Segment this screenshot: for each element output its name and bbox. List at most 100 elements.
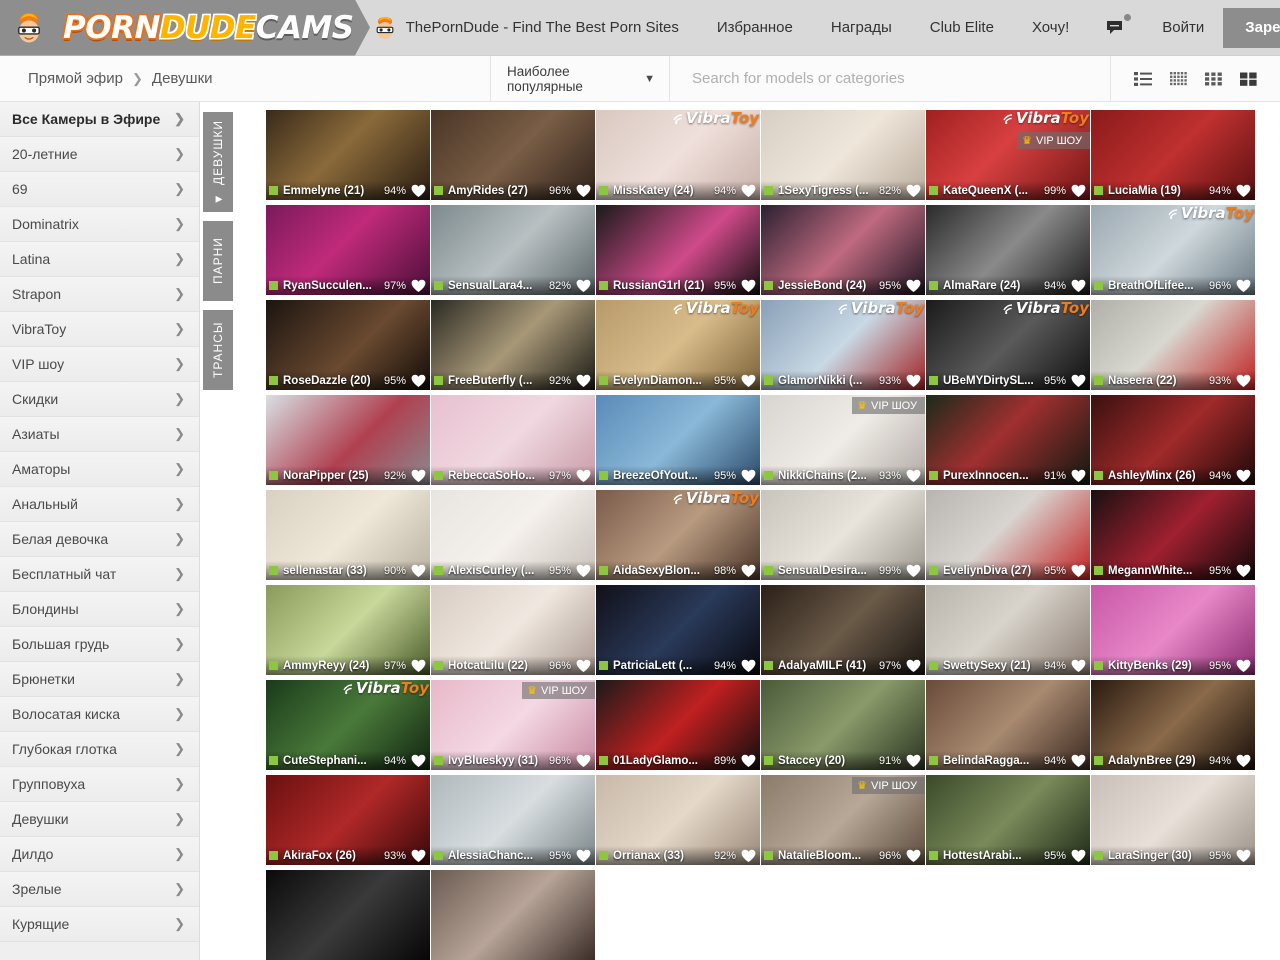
cam-card[interactable]: BelindaRagga... 94% — [926, 680, 1090, 770]
cam-card[interactable]: JessieBond (24) 95% — [761, 205, 925, 295]
nav-want[interactable]: Хочу! — [1013, 0, 1088, 56]
cam-card[interactable]: EveliynDiva (27) 95% — [926, 490, 1090, 580]
cam-card[interactable]: NoraPipper (25) 92% — [266, 395, 430, 485]
sidebar-item-10[interactable]: Аматоры ❯ — [0, 452, 199, 487]
cam-card[interactable]: AlexisCurley (... 95% — [431, 490, 595, 580]
sidebar-item-19[interactable]: Групповуха ❯ — [0, 767, 199, 802]
sort-dropdown[interactable]: Наиболее популярные ▼ — [490, 56, 670, 101]
gender-tab-girls[interactable]: ◀ ДЕВУШКИ — [203, 112, 233, 212]
favorite-heart-icon[interactable] — [741, 754, 756, 768]
sidebar-item-16[interactable]: Брюнетки ❯ — [0, 662, 199, 697]
favorite-heart-icon[interactable] — [741, 184, 756, 198]
nav-club-elite[interactable]: Club Elite — [911, 0, 1013, 56]
cam-card[interactable]: HotcatLilu (22) 96% — [431, 585, 595, 675]
cam-card[interactable]: 1SexyTigress (... 82% — [761, 110, 925, 200]
cam-card[interactable]: PurexInnocen... 91% — [926, 395, 1090, 485]
cam-card[interactable]: Vibra Toy CuteStephani... 94% — [266, 680, 430, 770]
sidebar-item-11[interactable]: Анальный ❯ — [0, 487, 199, 522]
breadcrumb-current[interactable]: Девушки — [152, 70, 213, 87]
cam-card[interactable]: AlessiaChanc... 95% — [431, 775, 595, 865]
cam-card[interactable]: RebeccaSoHo... 97% — [431, 395, 595, 485]
favorite-heart-icon[interactable] — [906, 374, 921, 388]
favorite-heart-icon[interactable] — [1071, 279, 1086, 293]
sidebar-item-22[interactable]: Зрелые ❯ — [0, 872, 199, 907]
cam-card[interactable]: BreezeOfYout... 95% — [596, 395, 760, 485]
chat-bubble-icon[interactable] — [1088, 0, 1143, 56]
favorite-heart-icon[interactable] — [906, 279, 921, 293]
sidebar-item-3[interactable]: Dominatrix ❯ — [0, 207, 199, 242]
favorite-heart-icon[interactable] — [906, 754, 921, 768]
gender-tab-trans[interactable]: ТРАНСЫ — [203, 310, 233, 390]
favorite-heart-icon[interactable] — [1236, 754, 1251, 768]
sidebar-item-5[interactable]: Strapon ❯ — [0, 277, 199, 312]
cam-card[interactable]: ♛ VIP ШОУ NatalieBloom... 96% — [761, 775, 925, 865]
cam-card[interactable]: AdalyaMILF (41) 97% — [761, 585, 925, 675]
favorite-heart-icon[interactable] — [906, 564, 921, 578]
favorite-heart-icon[interactable] — [741, 279, 756, 293]
favorite-heart-icon[interactable] — [411, 184, 426, 198]
favorite-heart-icon[interactable] — [1236, 849, 1251, 863]
cam-card[interactable]: Vibra Toy ♛ VIP ШОУ KateQueenX (... 99% — [926, 110, 1090, 200]
favorite-heart-icon[interactable] — [1071, 659, 1086, 673]
cam-card[interactable]: SensualDesira... 99% — [761, 490, 925, 580]
favorite-heart-icon[interactable] — [411, 754, 426, 768]
favorite-heart-icon[interactable] — [1236, 469, 1251, 483]
cam-card[interactable]: ♛ VIP ШОУ NikkiChains (2... 93% — [761, 395, 925, 485]
favorite-heart-icon[interactable] — [576, 469, 591, 483]
cam-card[interactable]: LaraSinger (30) 95% — [1091, 775, 1255, 865]
cam-card[interactable]: Vibra Toy EvelynDiamon... 95% — [596, 300, 760, 390]
search-box[interactable] — [670, 56, 1110, 101]
cam-card[interactable]: RussianG1rl (21) 95% — [596, 205, 760, 295]
cam-card[interactable]: AmyRides (27) 96% — [431, 110, 595, 200]
favorite-heart-icon[interactable] — [906, 849, 921, 863]
cam-card[interactable] — [266, 870, 430, 960]
favorite-heart-icon[interactable] — [1071, 849, 1086, 863]
sidebar-item-4[interactable]: Latina ❯ — [0, 242, 199, 277]
favorite-heart-icon[interactable] — [741, 564, 756, 578]
favorite-heart-icon[interactable] — [411, 279, 426, 293]
cam-card[interactable] — [431, 870, 595, 960]
cam-card[interactable]: AmmyReyy (24) 97% — [266, 585, 430, 675]
favorite-heart-icon[interactable] — [1236, 184, 1251, 198]
favorite-heart-icon[interactable] — [741, 469, 756, 483]
sidebar-item-20[interactable]: Девушки ❯ — [0, 802, 199, 837]
cam-card[interactable]: ♛ VIP ШОУ IvyBlueskyy (31) 96% — [431, 680, 595, 770]
register-button[interactable]: Зарегистрироват — [1223, 7, 1280, 48]
cam-card[interactable]: Vibra Toy GlamorNikki (... 93% — [761, 300, 925, 390]
breadcrumb-root[interactable]: Прямой эфир — [28, 70, 123, 87]
sidebar-item-18[interactable]: Глубокая глотка ❯ — [0, 732, 199, 767]
sidebar-item-14[interactable]: Блондины ❯ — [0, 592, 199, 627]
favorite-heart-icon[interactable] — [741, 659, 756, 673]
search-input[interactable] — [692, 70, 1110, 87]
favorite-heart-icon[interactable] — [906, 659, 921, 673]
favorite-heart-icon[interactable] — [1236, 659, 1251, 673]
view-mode-large[interactable] — [1231, 72, 1266, 86]
cam-card[interactable]: SwettySexy (21) 94% — [926, 585, 1090, 675]
favorite-heart-icon[interactable] — [1236, 279, 1251, 293]
sidebar-item-17[interactable]: Волосатая киска ❯ — [0, 697, 199, 732]
login-link[interactable]: Войти — [1143, 0, 1223, 56]
cam-card[interactable]: Staccey (20) 91% — [761, 680, 925, 770]
cam-card[interactable]: sellenastar (33) 90% — [266, 490, 430, 580]
favorite-heart-icon[interactable] — [576, 659, 591, 673]
favorite-heart-icon[interactable] — [576, 374, 591, 388]
favorite-heart-icon[interactable] — [741, 849, 756, 863]
favorite-heart-icon[interactable] — [906, 184, 921, 198]
cam-card[interactable]: Orrianax (33) 92% — [596, 775, 760, 865]
sidebar-item-21[interactable]: Дилдо ❯ — [0, 837, 199, 872]
favorite-heart-icon[interactable] — [906, 469, 921, 483]
favorite-heart-icon[interactable] — [411, 849, 426, 863]
favorite-heart-icon[interactable] — [411, 659, 426, 673]
sidebar-item-7[interactable]: VIP шоу ❯ — [0, 347, 199, 382]
cam-card[interactable]: Vibra Toy BreathOfLifee... 96% — [1091, 205, 1255, 295]
cam-card[interactable]: SensualLara4... 82% — [431, 205, 595, 295]
cam-card[interactable]: RoseDazzle (20) 95% — [266, 300, 430, 390]
cam-card[interactable]: PatriciaLett (... 94% — [596, 585, 760, 675]
favorite-heart-icon[interactable] — [1071, 754, 1086, 768]
cam-card[interactable]: Vibra Toy MissKatey (24) 94% — [596, 110, 760, 200]
favorite-heart-icon[interactable] — [1236, 374, 1251, 388]
cam-card[interactable]: AlmaRare (24) 94% — [926, 205, 1090, 295]
sidebar-item-12[interactable]: Белая девочка ❯ — [0, 522, 199, 557]
cam-card[interactable]: RyanSucculen... 97% — [266, 205, 430, 295]
gender-tab-guys[interactable]: ПАРНИ — [203, 221, 233, 301]
